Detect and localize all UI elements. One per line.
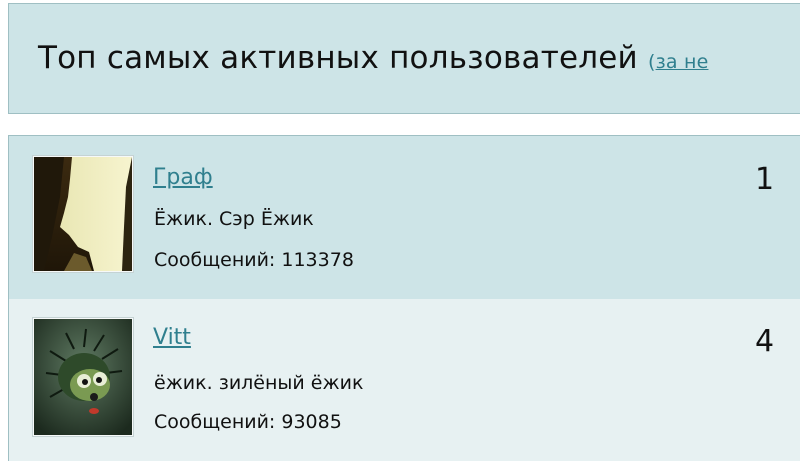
user-status: ёжик. зилёный ёжик [154, 372, 364, 394]
green-hedgehog-avatar-icon [34, 319, 132, 435]
user-post-count: Сообщений: 113378 [154, 249, 354, 271]
user-name-link[interactable]: Vitt [153, 325, 191, 350]
user-list: Граф Ёжик. Сэр Ёжик Сообщений: 113378 1 [8, 135, 800, 461]
user-rank: 1 [755, 162, 775, 197]
user-rank: 4 [755, 324, 775, 359]
period-filter: (за не [648, 51, 709, 73]
period-open-paren: ( [647, 51, 656, 73]
forest-light-avatar-icon [34, 157, 132, 271]
user-row: Граф Ёжик. Сэр Ёжик Сообщений: 113378 1 [9, 136, 800, 300]
title-text: Топ самых активных пользователей [38, 40, 638, 76]
top-users-page: Топ самых активных пользователей (за не [0, 0, 800, 461]
user-name-link[interactable]: Граф [153, 165, 213, 190]
page-title: Топ самых активных пользователей (за не [38, 40, 708, 76]
top-users-header: Топ самых активных пользователей (за не [8, 3, 800, 114]
avatar[interactable] [32, 155, 134, 273]
user-post-count: Сообщений: 93085 [154, 411, 342, 433]
user-row: Vitt ёжик. зилёный ёжик Сообщений: 93085… [9, 299, 800, 461]
avatar[interactable] [32, 317, 134, 437]
period-link[interactable]: за не [656, 51, 709, 73]
user-status: Ёжик. Сэр Ёжик [154, 208, 314, 230]
